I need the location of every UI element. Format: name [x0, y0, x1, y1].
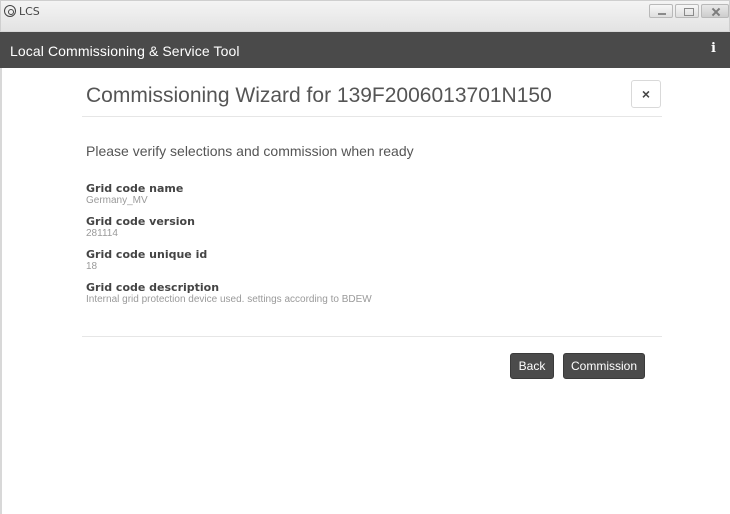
grid-code-version-value: 281114 [86, 228, 118, 239]
wizard-title: Commissioning Wizard for 139F2006013701N… [86, 84, 552, 107]
gear-icon [4, 5, 16, 17]
back-button[interactable]: Back [510, 353, 554, 379]
verify-prompt: Please verify selections and commission … [86, 143, 414, 159]
grid-code-name-label: Grid code name [86, 182, 184, 195]
footer-divider [82, 336, 662, 337]
grid-code-id-value: 18 [86, 261, 98, 272]
grid-code-description-value: Internal grid protection device used. se… [86, 294, 372, 305]
header-divider [82, 116, 662, 117]
window-close-button[interactable] [701, 4, 729, 18]
selection-summary: Grid code name Germany_MV Grid code vers… [86, 183, 646, 306]
left-border [0, 68, 2, 514]
maximize-button[interactable] [675, 4, 699, 18]
window-titlebar: LCS [0, 0, 730, 32]
app-name: Local Commissioning & Service Tool [10, 43, 240, 59]
close-icon[interactable]: × [631, 80, 661, 108]
minimize-button[interactable] [649, 4, 673, 18]
window-controls [649, 4, 729, 18]
commission-button[interactable]: Commission [563, 353, 645, 379]
grid-code-version-label: Grid code version [86, 215, 195, 228]
grid-code-name-value: Germany_MV [86, 195, 148, 206]
app-header: Local Commissioning & Service Tool i [0, 32, 730, 68]
window-title: LCS [19, 5, 40, 18]
info-icon[interactable]: i [711, 41, 716, 56]
grid-code-id-label: Grid code unique id [86, 248, 208, 261]
grid-code-description-label: Grid code description [86, 281, 220, 294]
